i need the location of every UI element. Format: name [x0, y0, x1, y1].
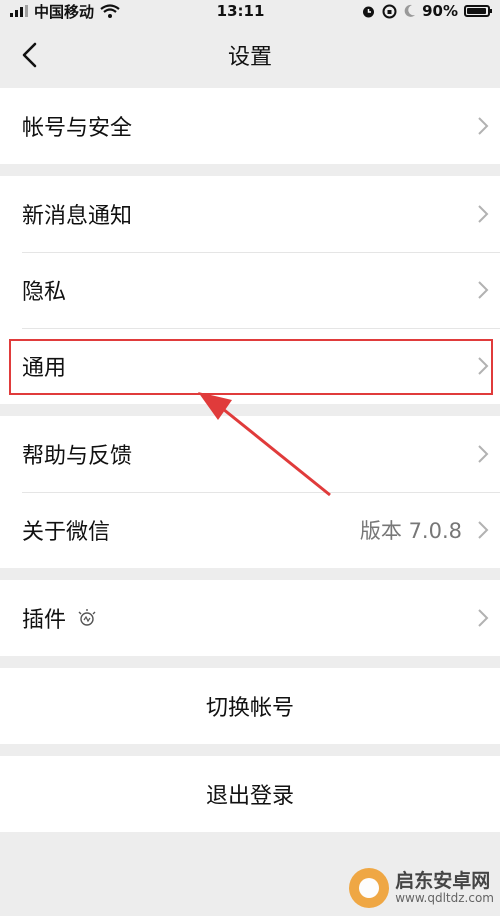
logout-button[interactable]: 退出登录 [0, 756, 500, 832]
watermark-title: 启东安卓网 [395, 869, 491, 892]
settings-item-account-security[interactable]: 帐号与安全 [0, 88, 500, 164]
status-bar: 中国移动 13:11 90% [0, 0, 500, 22]
settings-group-help: 帮助与反馈 关于微信 版本 7.0.8 [0, 416, 500, 568]
carrier-label: 中国移动 [34, 2, 95, 21]
switch-account-button[interactable]: 切换帐号 [0, 668, 500, 744]
logout-label: 退出登录 [205, 784, 294, 809]
alarm-icon [363, 6, 375, 17]
lightbulb-icon [78, 609, 96, 626]
signal-icon [10, 5, 28, 17]
watermark: 启东安卓网 www.qdltdz.com [349, 868, 494, 908]
settings-item-label: 插件 [22, 608, 67, 633]
moon-icon [404, 4, 416, 17]
settings-item-label: 关于微信 [22, 520, 111, 545]
battery-percent: 90% [422, 2, 458, 20]
clock: 13:11 [216, 2, 265, 20]
watermark-url: www.qdltdz.com [395, 890, 494, 905]
version-value: 版本 7.0.8 [359, 519, 462, 543]
switch-account-label: 切换帐号 [205, 696, 294, 721]
settings-item-label: 通用 [22, 356, 67, 381]
chevron-right-icon [478, 521, 489, 539]
settings-item-help-feedback[interactable]: 帮助与反馈 [0, 416, 500, 492]
chevron-right-icon [478, 445, 489, 463]
watermark-logo [349, 868, 390, 908]
chevron-right-icon [478, 609, 489, 627]
chevron-right-icon [478, 205, 489, 223]
settings-group-account: 帐号与安全 [0, 88, 500, 164]
lock-rotation-icon [382, 4, 397, 18]
chevron-right-icon [478, 281, 489, 299]
wifi-icon [100, 4, 120, 18]
settings-item-plugins[interactable]: 插件 [0, 580, 500, 656]
chevron-right-icon [478, 117, 489, 135]
battery-icon [463, 5, 492, 17]
settings-item-label: 帐号与安全 [22, 116, 133, 141]
settings-item-label: 帮助与反馈 [22, 444, 133, 469]
settings-item-privacy[interactable]: 隐私 [0, 252, 500, 328]
nav-bar: 设置 [0, 22, 500, 88]
switch-account-group: 切换帐号 [0, 668, 500, 744]
settings-item-label: 新消息通知 [22, 204, 133, 229]
page-title: 设置 [227, 45, 272, 70]
settings-group-general: 新消息通知 隐私 通用 [0, 176, 500, 404]
settings-group-plugins: 插件 [0, 580, 500, 656]
settings-item-about[interactable]: 关于微信 版本 7.0.8 [0, 492, 500, 568]
logout-group: 退出登录 [0, 756, 500, 832]
settings-item-general[interactable]: 通用 [0, 328, 500, 404]
settings-item-notifications[interactable]: 新消息通知 [0, 176, 500, 252]
settings-item-label: 隐私 [22, 280, 67, 305]
back-icon[interactable] [14, 38, 48, 72]
chevron-right-icon [478, 357, 489, 375]
